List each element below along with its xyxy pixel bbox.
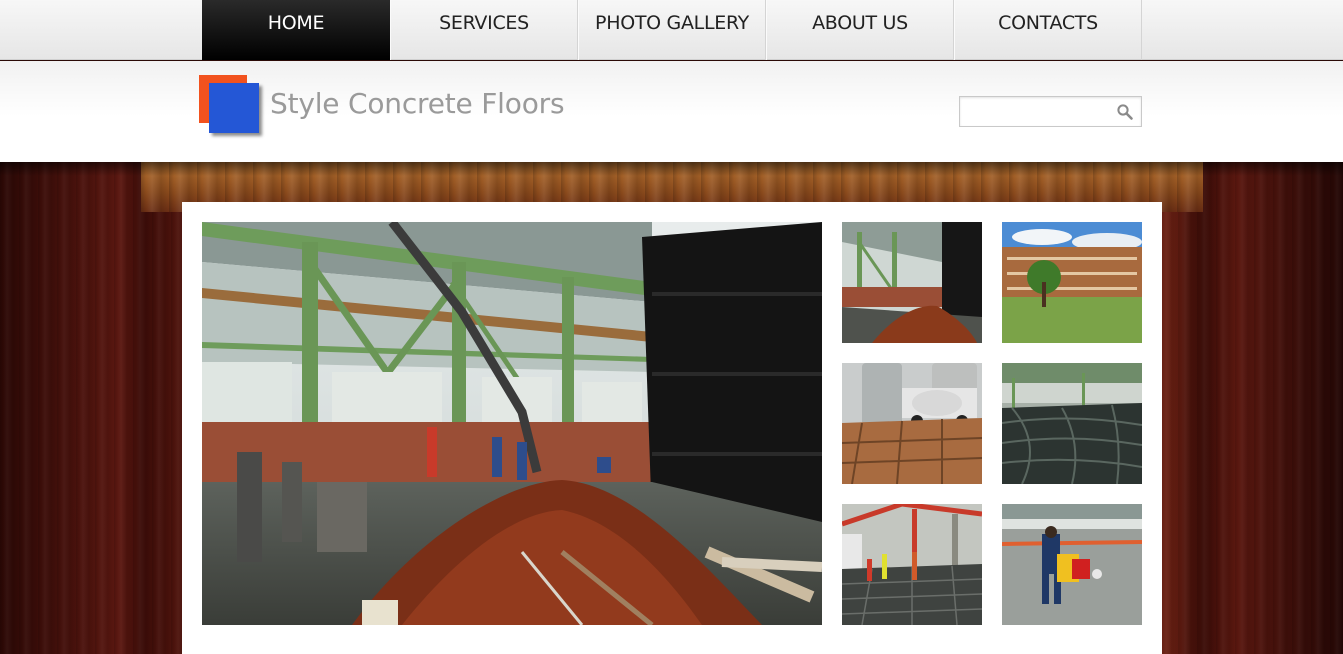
nav-item-photo-gallery[interactable]: PHOTO GALLERY: [578, 0, 766, 60]
search-box: [959, 96, 1142, 127]
thumbnail-image: [1002, 222, 1142, 343]
thumbnail-image: [1002, 363, 1142, 484]
nav-item-contacts[interactable]: CONTACTS: [954, 0, 1142, 60]
search-icon[interactable]: [1116, 103, 1134, 121]
nav-item-home[interactable]: HOME: [202, 0, 390, 60]
site-logo[interactable]: [199, 75, 263, 133]
site-name[interactable]: Style Concrete Floors: [270, 87, 565, 120]
nav-item-about-us[interactable]: ABOUT US: [766, 0, 954, 60]
gallery-thumbnail-1[interactable]: [842, 222, 982, 343]
gallery-thumbnail-2[interactable]: [1002, 222, 1142, 343]
hero-photo-image: [202, 222, 822, 625]
thumbnail-image: [842, 222, 982, 343]
gallery-thumbnail-4[interactable]: [1002, 363, 1142, 484]
gallery-thumbnail-6[interactable]: [1002, 504, 1142, 625]
nav-item-services[interactable]: SERVICES: [390, 0, 578, 60]
main-menu: HOME SERVICES PHOTO GALLERY ABOUT US CON…: [202, 0, 1142, 60]
hero-photo[interactable]: [202, 222, 822, 625]
thumbnail-image: [1002, 504, 1142, 625]
top-navigation-bar: HOME SERVICES PHOTO GALLERY ABOUT US CON…: [0, 0, 1343, 60]
logo-blue-square: [209, 83, 259, 133]
gallery-thumbnail-5[interactable]: [842, 504, 982, 625]
header-shadow: [0, 162, 1343, 176]
gallery-thumbnail-3[interactable]: [842, 363, 982, 484]
gallery-panel: [182, 202, 1162, 654]
site-header: Style Concrete Floors: [0, 61, 1343, 162]
search-input[interactable]: [960, 97, 1110, 126]
thumbnail-image: [842, 363, 982, 484]
thumbnail-image: [842, 504, 982, 625]
